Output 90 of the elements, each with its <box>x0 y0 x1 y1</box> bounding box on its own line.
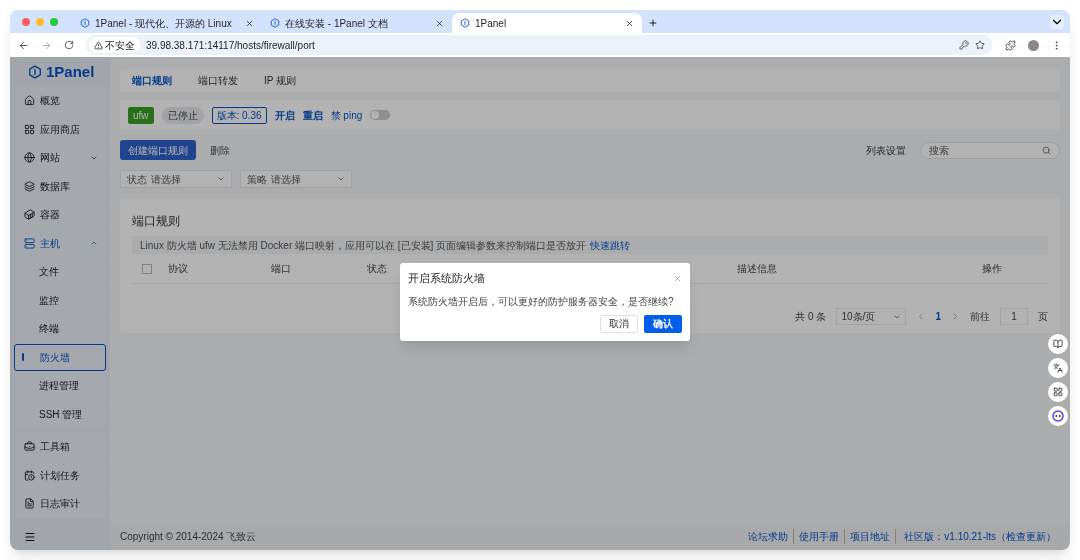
dialog-title: 开启系统防火墙 <box>408 271 486 286</box>
close-tab-icon[interactable] <box>435 18 444 28</box>
copyright-text: Copyright © 2014-2024 飞致云 <box>120 530 258 544</box>
status-tag: 已停止 <box>161 106 204 124</box>
footer-link[interactable]: 论坛求助 <box>743 529 795 544</box>
close-window-icon[interactable] <box>22 17 30 26</box>
confirm-button[interactable]: 确认 <box>644 314 682 333</box>
version-tag: 版本: 0.36 <box>211 106 267 124</box>
floating-tool-button[interactable] <box>1048 334 1068 354</box>
search-field[interactable]: 搜索 <box>920 141 1060 159</box>
hexagon-logo-icon <box>460 18 470 28</box>
floating-tool-button[interactable] <box>1048 358 1068 378</box>
section-title: 端口规则 <box>132 213 181 230</box>
book-icon <box>1053 339 1063 349</box>
collapse-menu-icon[interactable] <box>24 531 36 543</box>
edition-link[interactable]: 社区版：v1.10.21-lts（检查更新） <box>896 529 1060 544</box>
filter-select[interactable]: 状态 请选择 <box>120 170 232 188</box>
tab-title: 1Panel <box>475 16 508 31</box>
page-size-select[interactable]: 10条/页 <box>836 308 907 325</box>
column-header: 状态 <box>367 262 388 276</box>
reload-icon[interactable] <box>64 40 74 50</box>
url-text: 39.98.38.171:14117/hosts/firewall/port <box>146 38 315 53</box>
tab-title: 1Panel - 现代化、开源的 Linux <box>95 16 233 31</box>
action-link[interactable]: 重启 <box>302 107 323 123</box>
ping-label: 禁 ping <box>330 108 363 123</box>
ping-toggle[interactable] <box>370 110 391 120</box>
select-all-checkbox[interactable] <box>142 263 152 274</box>
hexagon-logo-icon <box>80 18 90 28</box>
service-tag: ufw <box>128 106 154 124</box>
column-header: 协议 <box>168 262 189 276</box>
bot-face-icon <box>1052 410 1064 422</box>
quick-jump-link[interactable]: 快速跳转 <box>590 237 631 253</box>
menu-item-icon <box>24 123 35 135</box>
filter-select[interactable]: 策略 请选择 <box>240 170 352 188</box>
column-header: 端口 <box>271 262 292 276</box>
extensions-icon[interactable] <box>1005 39 1016 51</box>
bookmark-star-icon[interactable] <box>975 40 985 50</box>
create-rule-button[interactable]: 创建端口规则 <box>120 140 196 160</box>
dialog-message: 系统防火墙开启后，可以更好的防护服务器安全，是否继续? <box>408 294 675 309</box>
menu-item-icon <box>24 209 35 221</box>
grid-icon <box>1053 387 1063 397</box>
assistant-bot-button[interactable] <box>1048 406 1068 426</box>
menu-item-icon <box>24 498 35 510</box>
page-tab[interactable]: 端口转发 <box>198 73 238 88</box>
hexagon-logo-icon <box>28 65 42 79</box>
warning-icon <box>94 40 103 50</box>
page-suffix: 页 <box>1038 310 1048 324</box>
menu-item-icon <box>24 441 35 453</box>
goto-page-field[interactable]: 1 <box>1000 308 1028 325</box>
cancel-button[interactable]: 取消 <box>600 314 638 333</box>
translate-icon <box>1053 363 1063 373</box>
current-page[interactable]: 1 <box>935 309 941 324</box>
close-tab-icon[interactable] <box>625 18 634 28</box>
key-icon[interactable] <box>959 40 969 50</box>
search-icon <box>1042 145 1051 155</box>
menu-item-icon <box>24 152 35 164</box>
page-tab[interactable]: 端口规则 <box>132 73 172 88</box>
browser-tab[interactable]: 1Panel <box>452 13 642 33</box>
tab-title: 在线安装 - 1Panel 文档 <box>285 16 389 31</box>
sidebar-subitem[interactable]: 防火墙 <box>14 343 106 371</box>
list-settings-link[interactable]: 列表设置 <box>866 142 906 158</box>
footer-link[interactable]: 使用手册 <box>794 529 846 544</box>
url-field[interactable]: 不安全 39.98.38.171:14117/hosts/firewall/port <box>86 35 993 55</box>
profile-avatar[interactable] <box>1028 39 1039 51</box>
menu-item-icon <box>24 469 35 481</box>
goto-label: 前往 <box>970 310 990 324</box>
new-tab-icon[interactable] <box>648 18 658 28</box>
logo-text: 1Panel <box>46 61 95 82</box>
browser-tab[interactable]: 1Panel - 现代化、开源的 Linux <box>72 13 262 33</box>
close-tab-icon[interactable] <box>245 18 254 28</box>
tab-search-icon[interactable] <box>1050 15 1064 29</box>
column-header: 描述信息 <box>737 262 778 276</box>
dropdown-icon <box>217 175 225 183</box>
total-count: 共 0 条 <box>795 310 827 324</box>
action-link[interactable]: 开启 <box>274 107 295 123</box>
delete-button[interactable]: 删除 <box>210 142 230 158</box>
page-tab[interactable]: IP 规则 <box>264 73 297 88</box>
floating-tool-button[interactable] <box>1048 382 1068 402</box>
notice-text: Linux 防火墙 ufw 无法禁用 Docker 端口映射，应用可以在 [已安装] 页面编辑参数来控制端口是否放开 <box>140 238 587 253</box>
browser-tab[interactable]: 在线安装 - 1Panel 文档 <box>262 13 452 33</box>
dropdown-icon <box>337 175 345 183</box>
menu-item-icon <box>24 180 35 192</box>
security-chip[interactable]: 不安全 <box>89 37 140 53</box>
menu-item-icon <box>24 237 35 249</box>
hexagon-logo-icon <box>270 18 280 28</box>
footer-link[interactable]: 项目地址 <box>845 529 897 544</box>
back-icon[interactable] <box>18 39 29 51</box>
active-indicator <box>22 353 24 362</box>
column-header: 操作 <box>982 262 1003 276</box>
menu-item-icon <box>24 95 35 107</box>
